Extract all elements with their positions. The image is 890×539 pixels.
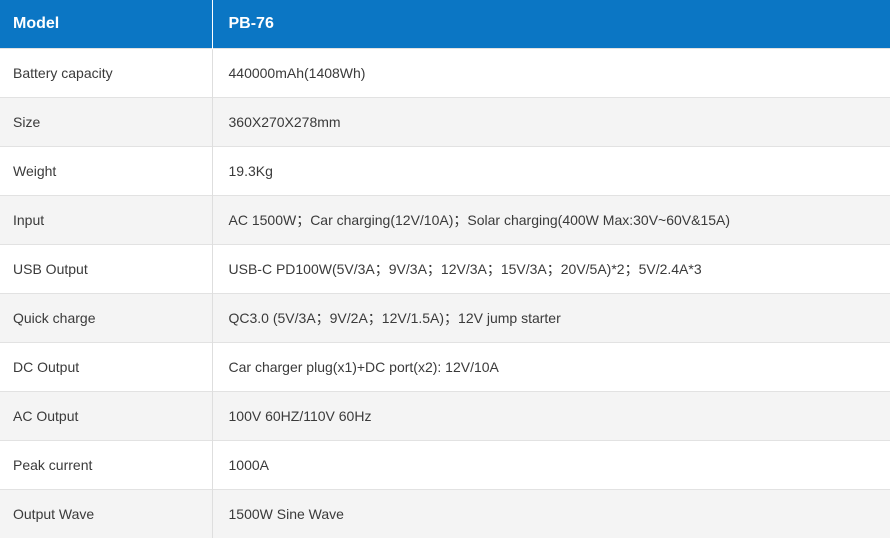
row-value: USB-C PD100W(5V/3A；9V/3A；12V/3A；15V/3A；2… [211,243,890,293]
header-row: Model PB-76 [0,0,890,48]
row-label: Size [0,96,212,146]
table-row: DC Output Car charger plug(x1)+DC port(x… [0,341,890,391]
row-label: DC Output [0,341,212,391]
row-value: 100V 60HZ/110V 60Hz [211,390,890,440]
table-row: Input AC 1500W；Car charging(12V/10A)；Sol… [0,194,890,244]
table-row: Quick charge QC3.0 (5V/3A；9V/2A；12V/1.5A… [0,292,890,342]
row-value: AC 1500W；Car charging(12V/10A)；Solar cha… [211,194,890,244]
row-value: 360X270X278mm [211,96,890,146]
spec-table-header: Model PB-76 [0,0,890,48]
row-label: Quick charge [0,292,212,342]
header-model-value: PB-76 [212,0,890,48]
row-value: QC3.0 (5V/3A；9V/2A；12V/1.5A)；12V jump st… [211,292,890,342]
row-value: 1500W Sine Wave [211,488,890,538]
table-row: Size 360X270X278mm [0,96,890,146]
row-label: AC Output [0,390,212,440]
table-row: Peak current 1000A [0,439,890,489]
row-label: Weight [0,145,212,195]
row-label: Battery capacity [0,47,212,97]
spec-table-body: Battery capacity 440000mAh(1408Wh) Size … [0,47,890,538]
row-label: Input [0,194,212,244]
row-value: 440000mAh(1408Wh) [211,47,890,97]
row-value: 1000A [211,439,890,489]
table-row: Weight 19.3Kg [0,145,890,195]
table-row: Battery capacity 440000mAh(1408Wh) [0,47,890,97]
row-label: Peak current [0,439,212,489]
row-label: USB Output [0,243,212,293]
table-row: Output Wave 1500W Sine Wave [0,488,890,538]
table-row: AC Output 100V 60HZ/110V 60Hz [0,390,890,440]
row-value: Car charger plug(x1)+DC port(x2): 12V/10… [211,341,890,391]
spec-table: Model PB-76 Battery capacity 440000mAh(1… [0,0,890,538]
table-row: USB Output USB-C PD100W(5V/3A；9V/3A；12V/… [0,243,890,293]
header-model-label: Model [0,0,213,48]
row-label: Output Wave [0,488,212,538]
row-value: 19.3Kg [211,145,890,195]
